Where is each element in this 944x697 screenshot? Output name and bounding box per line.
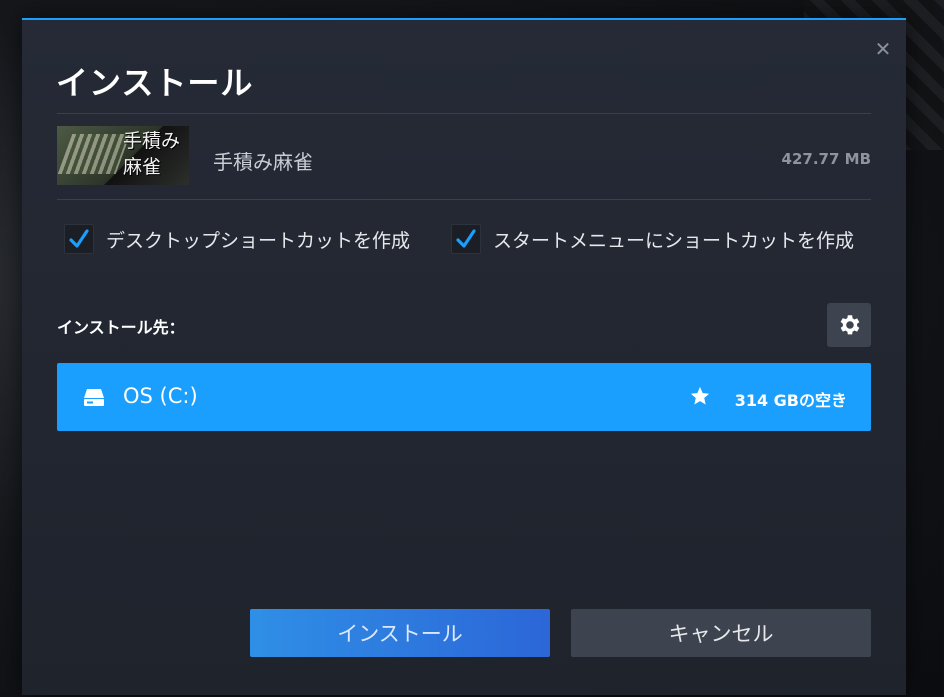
install-dialog: ✕ インストール 手積み麻雀 手積み麻雀 427.77 MB デスクトップショー… xyxy=(22,18,906,695)
install-button[interactable]: インストール xyxy=(250,609,550,657)
game-thumbnail: 手積み麻雀 xyxy=(57,126,189,185)
game-divider xyxy=(57,199,871,200)
drive-free-space: 314 GBの空き xyxy=(734,391,847,410)
drive-option-c[interactable]: OS (C:) 314 GBの空き xyxy=(57,363,871,431)
drive-name: OS (C:) xyxy=(123,384,198,408)
shortcut-options: デスクトップショートカットを作成 スタートメニューにショートカットを作成 xyxy=(64,224,876,260)
game-name: 手積み麻雀 xyxy=(213,150,313,174)
cancel-button[interactable]: キャンセル xyxy=(571,609,871,657)
storage-settings-button[interactable] xyxy=(827,303,871,347)
gear-icon xyxy=(840,315,860,335)
star-icon xyxy=(690,386,710,405)
desktop-shortcut-label: デスクトップショートカットを作成 xyxy=(106,229,411,252)
desktop-shortcut-checkbox[interactable] xyxy=(64,224,94,254)
dialog-title: インストール xyxy=(56,64,254,102)
thumbnail-title: 手積み麻雀 xyxy=(123,130,181,178)
game-size: 427.77 MB xyxy=(781,150,871,168)
desktop-shortcut-option[interactable]: デスクトップショートカットを作成 xyxy=(64,224,410,254)
start-menu-shortcut-option[interactable]: スタートメニューにショートカットを作成 xyxy=(451,224,854,254)
title-divider xyxy=(57,113,871,114)
checkmark-icon xyxy=(69,229,89,248)
install-location-label: インストール先： xyxy=(57,318,185,337)
checkmark-icon xyxy=(456,229,476,248)
close-icon[interactable]: ✕ xyxy=(874,39,892,59)
start-menu-shortcut-label: スタートメニューにショートカットを作成 xyxy=(493,229,855,252)
game-info-row: 手積み麻雀 手積み麻雀 427.77 MB xyxy=(57,126,871,188)
drive-icon xyxy=(84,389,104,406)
start-menu-shortcut-checkbox[interactable] xyxy=(451,224,481,254)
